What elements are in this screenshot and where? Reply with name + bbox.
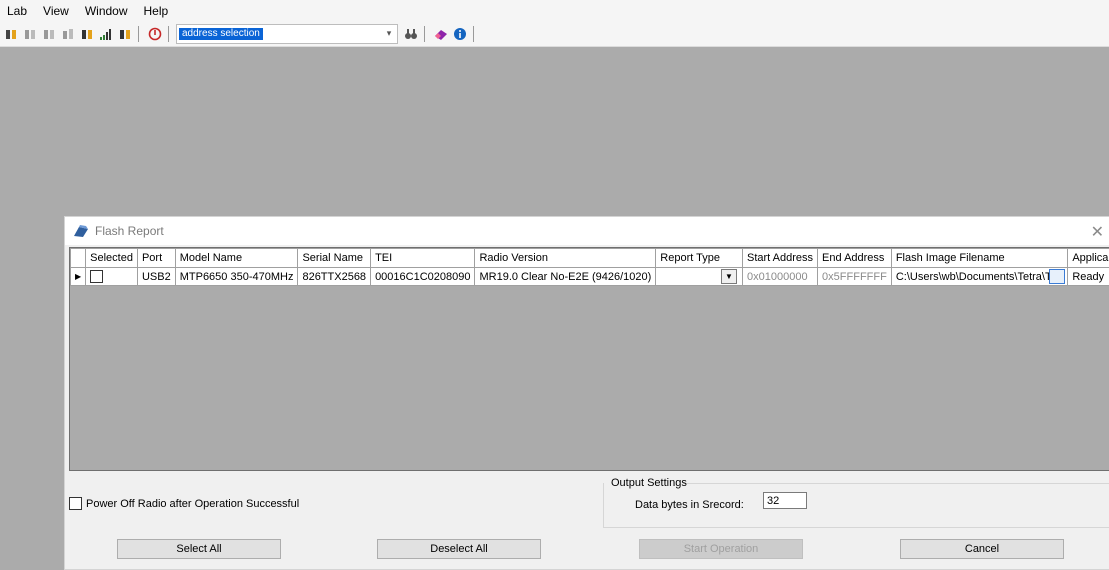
menu-lab[interactable]: Lab xyxy=(0,4,36,18)
end-address-cell[interactable]: 0x5FFFFFFF xyxy=(818,268,892,286)
binoculars-icon[interactable] xyxy=(403,26,419,42)
radio-version-cell: MR19.0 Clear No-E2E (9426/1020) xyxy=(475,268,656,286)
column-header-end-address[interactable]: End Address xyxy=(818,249,892,268)
start-address-cell[interactable]: 0x01000000 xyxy=(743,268,818,286)
output-settings-divider xyxy=(683,483,1109,484)
deselect-all-button[interactable]: Deselect All xyxy=(377,539,541,559)
column-header-selected[interactable]: Selected xyxy=(86,249,138,268)
column-header-report-type[interactable]: Report Type xyxy=(656,249,743,268)
cancel-button[interactable]: Cancel xyxy=(900,539,1064,559)
serial-name-cell: 826TTX2568 xyxy=(298,268,371,286)
selected-cell xyxy=(86,268,138,286)
column-header-serial-name[interactable]: Serial Name xyxy=(298,249,371,268)
column-header-tei[interactable]: TEI xyxy=(371,249,475,268)
tei-cell: 00016C1C0208090 xyxy=(371,268,475,286)
radio-icon[interactable] xyxy=(3,26,19,42)
address-combo-value: address selection xyxy=(179,28,263,40)
row-pointer-icon[interactable]: ▶ xyxy=(71,268,86,286)
info-icon[interactable] xyxy=(452,26,468,42)
report-type-value: Entire Flash xyxy=(660,271,721,283)
selected-checkbox[interactable] xyxy=(90,270,103,283)
browse-file-button[interactable] xyxy=(1049,269,1065,284)
report-type-cell: Entire Flash ▼ xyxy=(656,268,743,286)
dialog-title-bar: Flash Report ✕ xyxy=(65,217,1109,245)
power-off-label: Power Off Radio after Operation Successf… xyxy=(86,498,299,510)
menu-view[interactable]: View xyxy=(36,4,78,18)
column-header-radio-version[interactable]: Radio Version xyxy=(475,249,656,268)
menu-bar: Lab View Window Help xyxy=(0,0,1109,22)
close-icon[interactable]: ✕ xyxy=(1091,222,1104,242)
select-all-button[interactable]: Select All xyxy=(117,539,281,559)
power-off-checkbox[interactable] xyxy=(69,497,82,510)
signal-icon[interactable] xyxy=(98,26,114,42)
column-header-start-address[interactable]: Start Address xyxy=(743,249,818,268)
dialog-title: Flash Report xyxy=(95,224,164,238)
toolbar-separator xyxy=(424,26,425,42)
flash-report-dialog: Flash Report ✕ Selected Port Model Name … xyxy=(64,216,1109,570)
radio-icon[interactable] xyxy=(60,26,76,42)
address-combo[interactable]: address selection ▾ xyxy=(176,24,398,44)
menu-help[interactable]: Help xyxy=(137,4,178,18)
data-bytes-label: Data bytes in Srecord: xyxy=(635,499,744,511)
radio-icon[interactable] xyxy=(117,26,133,42)
output-settings-title: Output Settings xyxy=(611,477,687,489)
model-name-cell: MTP6650 350-470MHz xyxy=(175,268,298,286)
column-header-applicable[interactable]: Applicable xyxy=(1068,249,1109,268)
chevron-down-icon[interactable]: ▼ xyxy=(721,269,737,284)
grid-header-row: Selected Port Model Name Serial Name TEI… xyxy=(71,249,1109,268)
data-bytes-input[interactable]: 32 xyxy=(763,492,807,509)
radio-icon[interactable] xyxy=(41,26,57,42)
toolbar: address selection ▾ xyxy=(0,22,1109,47)
eraser-icon[interactable] xyxy=(433,26,449,42)
report-type-dropdown[interactable]: Entire Flash ▼ xyxy=(660,268,738,285)
flash-report-icon xyxy=(73,224,89,238)
menu-window[interactable]: Window xyxy=(78,4,137,18)
toolbar-separator xyxy=(473,26,474,42)
flash-report-grid: Selected Port Model Name Serial Name TEI… xyxy=(69,247,1109,471)
radio-icon[interactable] xyxy=(22,26,38,42)
power-off-option[interactable]: Power Off Radio after Operation Successf… xyxy=(69,497,299,510)
output-settings-group: Output Settings Data bytes in Srecord: 3… xyxy=(603,469,1109,527)
toolbar-separator xyxy=(168,26,169,42)
flash-image-filename-cell: C:\Users\wb\Documents\Tetra\Tetr xyxy=(891,268,1068,286)
flash-image-filename-value: C:\Users\wb\Documents\Tetra\Tetr xyxy=(896,271,1064,283)
row-header-column xyxy=(71,249,86,268)
applicable-cell: Ready xyxy=(1068,268,1109,286)
radio-icon[interactable] xyxy=(79,26,95,42)
port-cell: USB2 xyxy=(137,268,175,286)
column-header-port[interactable]: Port xyxy=(137,249,175,268)
chevron-down-icon[interactable]: ▾ xyxy=(383,27,395,39)
start-operation-button[interactable]: Start Operation xyxy=(639,539,803,559)
toolbar-separator xyxy=(138,26,139,42)
column-header-flash-image-filename[interactable]: Flash Image Filename xyxy=(891,249,1068,268)
flash-report-table: Selected Port Model Name Serial Name TEI… xyxy=(70,248,1109,286)
table-row[interactable]: ▶ USB2 MTP6650 350-470MHz 826TTX2568 000… xyxy=(71,268,1109,286)
power-icon[interactable] xyxy=(147,26,163,42)
column-header-model-name[interactable]: Model Name xyxy=(175,249,298,268)
